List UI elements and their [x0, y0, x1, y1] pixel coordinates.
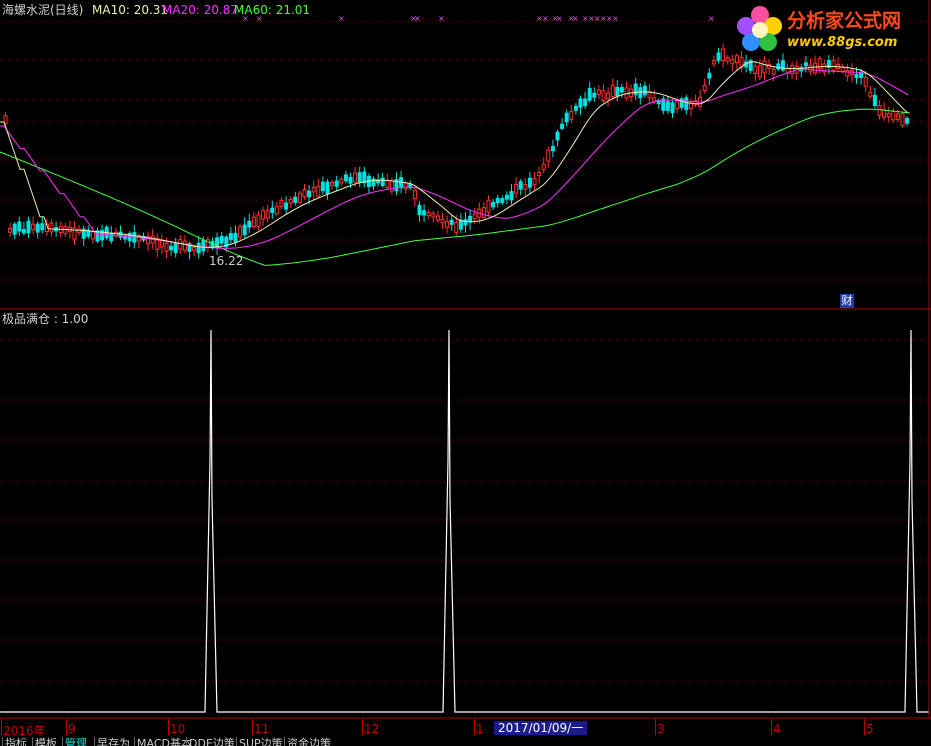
grid-lines	[0, 20, 931, 683]
svg-text:×: ×	[338, 14, 345, 23]
time-axis-tick: 10	[170, 722, 186, 736]
logo-name: 分析家公式网	[787, 10, 902, 32]
time-axis-tick-mark	[771, 719, 772, 735]
svg-text:×: ×	[542, 14, 549, 23]
signal-markers: × × × ×× × × × ×× ×× × × × × × × ×	[242, 14, 715, 23]
time-axis-tick: 1	[476, 722, 484, 736]
time-axis-tick-mark	[864, 719, 865, 735]
logo-url: www.88gs.com	[787, 35, 898, 50]
time-axis-tick: 11	[254, 722, 270, 736]
ma20-value: MA20: 20.87	[162, 3, 239, 17]
time-axis-tick-mark	[1, 719, 2, 735]
time-axis-tick-mark	[362, 719, 363, 735]
ma20-line	[0, 68, 909, 249]
candlestick-series[interactable]	[3, 43, 910, 260]
stock-title: 海螺水泥(日线)	[2, 3, 84, 17]
indicator-tab[interactable]: 模板	[32, 737, 59, 746]
time-axis-tick-mark	[168, 719, 169, 735]
svg-text:×: ×	[556, 14, 563, 23]
time-axis-tick: 9	[68, 722, 76, 736]
indicator-tab[interactable]: SUP边策	[236, 737, 285, 746]
time-axis-tick-mark	[655, 719, 656, 735]
indicator-tab[interactable]: 管理	[62, 737, 89, 746]
indicator-signal-line	[0, 329, 929, 713]
svg-text:×: ×	[708, 14, 715, 23]
indicator-label: 极品满仓 : 1.00	[2, 312, 89, 326]
current-date-badge: 2017/01/09/一	[494, 721, 588, 735]
time-axis-tick: 4	[773, 722, 781, 736]
panel-borders	[0, 0, 931, 719]
time-axis-tick: 5	[866, 722, 874, 736]
finance-badge[interactable]: 财	[840, 294, 854, 308]
svg-text:×: ×	[438, 14, 445, 23]
indicator-tab[interactable]: 指标	[2, 737, 29, 746]
ma10-line	[0, 61, 909, 248]
ma60-line	[0, 108, 911, 266]
svg-text:×: ×	[572, 14, 579, 23]
indicator-tab[interactable]: 早存为	[94, 737, 132, 746]
indicator-tab[interactable]: DDE边策	[186, 737, 237, 746]
time-axis-tick: 3	[657, 722, 665, 736]
time-axis-tick-mark	[66, 719, 67, 735]
low-price-label: 16.22	[209, 254, 244, 268]
indicator-tab[interactable]: MACD基本	[134, 737, 194, 746]
indicator-tab-bar: 指标 模板 管理 早存为 MACD基本 DDE边策 SUP边策 资金边策	[0, 737, 931, 746]
chart-frame: × × × ×× × × × ×× ×× × × × × × × ×	[0, 0, 931, 719]
flower-logo-icon	[737, 6, 782, 51]
ma10-value: MA10: 20.31	[92, 3, 169, 17]
ma60-value: MA60: 21.01	[234, 3, 311, 17]
indicator-tab[interactable]: 资金边策	[284, 737, 333, 746]
svg-text:×: ×	[414, 14, 421, 23]
site-logo: 分析家公式网 www.88gs.com	[735, 2, 931, 58]
svg-text:×: ×	[612, 14, 619, 23]
time-axis-tick-mark	[252, 719, 253, 735]
time-axis-tick: 12	[364, 722, 380, 736]
time-axis-tick-mark	[474, 719, 475, 735]
